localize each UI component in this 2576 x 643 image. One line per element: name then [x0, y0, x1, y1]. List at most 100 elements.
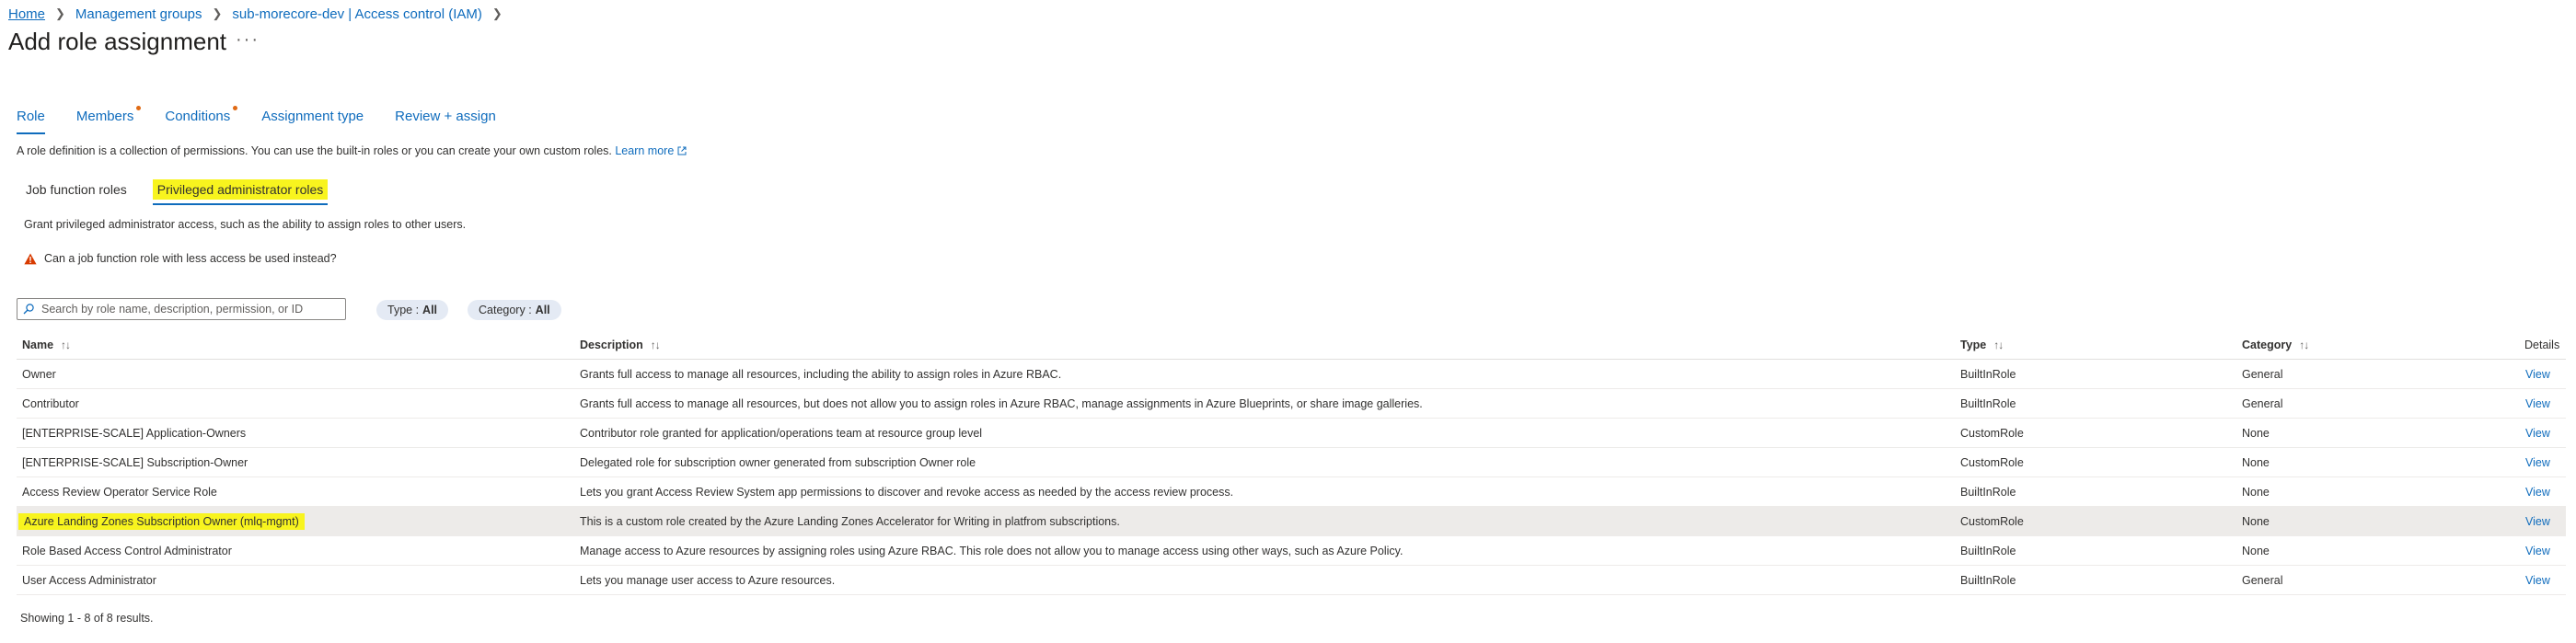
results-count: Showing 1 - 8 of 8 results.	[20, 612, 154, 625]
warning-text: Can a job function role with less access…	[44, 252, 337, 265]
view-details-link[interactable]: View	[2525, 515, 2550, 528]
warning-message: Can a job function role with less access…	[24, 252, 337, 265]
table-row[interactable]: Owner Grants full access to manage all r…	[17, 360, 2566, 389]
column-header-name-label: Name	[22, 339, 54, 351]
table-row[interactable]: Contributor Grants full access to manage…	[17, 389, 2566, 419]
category-filter-label: Category :	[479, 304, 532, 316]
role-search-input[interactable]	[40, 302, 338, 316]
sort-icon: ↑↓	[2299, 339, 2309, 351]
column-header-name[interactable]: Name ↑↓	[22, 331, 71, 359]
learn-more-link[interactable]: Learn more	[615, 144, 687, 157]
table-header-row: Name ↑↓ Description ↑↓ Type ↑↓ Category ↑↓ D…	[17, 331, 2566, 360]
role-category: None	[2242, 455, 2270, 469]
column-header-description[interactable]: Description ↑↓	[580, 331, 661, 359]
role-name: [ENTERPRISE-SCALE] Application-Owners	[22, 426, 247, 440]
view-details-link[interactable]: View	[2525, 397, 2550, 410]
breadcrumb-home[interactable]: Home	[8, 6, 45, 22]
tab-conditions-label: Conditions	[165, 109, 231, 124]
type-filter-label: Type :	[387, 304, 420, 316]
role-category: General	[2242, 396, 2283, 410]
role-type: CustomRole	[1960, 455, 2024, 469]
tab-assignment-type[interactable]: Assignment type	[261, 107, 364, 140]
breadcrumb-management-groups[interactable]: Management groups	[75, 6, 202, 22]
table-row-selected[interactable]: Azure Landing Zones Subscription Owner (…	[17, 507, 2566, 536]
column-header-type[interactable]: Type ↑↓	[1960, 331, 2004, 359]
wizard-tabs: Role Members Conditions Assignment type …	[17, 106, 527, 140]
tab-review-assign-label: Review + assign	[395, 109, 496, 124]
external-link-icon	[677, 146, 687, 155]
page-title: Add role assignment	[8, 28, 227, 55]
role-description: Delegated role for subscription owner ge…	[580, 455, 976, 469]
breadcrumb: Home ❯ Management groups ❯ sub-morecore-…	[8, 4, 513, 24]
sort-icon: ↑↓	[1993, 339, 2004, 351]
role-category: None	[2242, 426, 2270, 440]
type-filter-value: All	[422, 304, 438, 316]
view-details-link[interactable]: View	[2525, 545, 2550, 557]
role-category: None	[2242, 544, 2270, 557]
role-type: BuiltInRole	[1960, 544, 2016, 557]
role-description: Lets you grant Access Review System app …	[580, 485, 1234, 499]
category-filter-pill[interactable]: Category : All	[468, 300, 561, 320]
column-header-description-label: Description	[580, 339, 643, 351]
role-type: CustomRole	[1960, 514, 2024, 528]
role-type: CustomRole	[1960, 426, 2024, 440]
role-name: User Access Administrator	[22, 573, 156, 587]
role-search-box[interactable]	[17, 298, 346, 320]
role-description: Grants full access to manage all resourc…	[580, 367, 1062, 381]
view-details-link[interactable]: View	[2525, 486, 2550, 499]
role-name: Role Based Access Control Administrator	[22, 544, 232, 557]
required-dot	[136, 106, 142, 110]
role-name: [ENTERPRISE-SCALE] Subscription-Owner	[22, 455, 248, 469]
role-name: Azure Landing Zones Subscription Owner (…	[18, 512, 305, 530]
tab-review-assign[interactable]: Review + assign	[395, 107, 496, 140]
role-category: None	[2242, 485, 2270, 499]
column-header-details: Details	[2524, 339, 2560, 351]
table-row[interactable]: [ENTERPRISE-SCALE] Application-Owners Co…	[17, 419, 2566, 448]
column-header-category[interactable]: Category ↑↓	[2242, 331, 2309, 359]
role-definition-text: A role definition is a collection of per…	[17, 144, 612, 157]
view-details-link[interactable]: View	[2525, 456, 2550, 469]
more-options-button[interactable]: ···	[236, 29, 260, 51]
role-type: BuiltInRole	[1960, 367, 2016, 381]
role-type: BuiltInRole	[1960, 573, 2016, 587]
learn-more-label: Learn more	[615, 144, 675, 157]
role-category-tabs: Job function roles Privileged administra…	[24, 179, 352, 209]
sort-icon: ↑↓	[61, 339, 71, 351]
required-dot	[233, 106, 238, 110]
role-definition-description: A role definition is a collection of per…	[17, 144, 687, 157]
role-name: Contributor	[22, 396, 79, 410]
role-description: Contributor role granted for application…	[580, 426, 983, 440]
role-category: General	[2242, 573, 2283, 587]
column-header-type-label: Type	[1960, 339, 1987, 351]
table-row[interactable]: Access Review Operator Service Role Lets…	[17, 477, 2566, 507]
role-category: General	[2242, 367, 2283, 381]
table-row[interactable]: [ENTERPRISE-SCALE] Subscription-Owner De…	[17, 448, 2566, 477]
tab-role[interactable]: Role	[17, 107, 45, 140]
view-details-link[interactable]: View	[2525, 427, 2550, 440]
column-header-category-label: Category	[2242, 339, 2293, 351]
role-category: None	[2242, 514, 2270, 528]
privileged-roles-description: Grant privileged administrator access, s…	[24, 218, 467, 231]
tab-conditions[interactable]: Conditions	[165, 106, 238, 140]
tab-job-function-roles[interactable]: Job function roles	[24, 179, 129, 200]
sort-icon: ↑↓	[650, 339, 661, 351]
view-details-link[interactable]: View	[2525, 368, 2550, 381]
type-filter-pill[interactable]: Type : All	[376, 300, 449, 320]
role-name: Owner	[22, 367, 56, 381]
breadcrumb-access-control[interactable]: sub-morecore-dev | Access control (IAM)	[232, 6, 481, 22]
role-description: This is a custom role created by the Azu…	[580, 514, 1120, 528]
roles-table: Name ↑↓ Description ↑↓ Type ↑↓ Category ↑↓ D…	[17, 331, 2566, 595]
tab-members[interactable]: Members	[75, 106, 142, 140]
table-row[interactable]: User Access Administrator Lets you manag…	[17, 566, 2566, 595]
chevron-right-icon: ❯	[491, 6, 502, 20]
tab-assignment-type-label: Assignment type	[261, 109, 364, 124]
table-row[interactable]: Role Based Access Control Administrator …	[17, 536, 2566, 566]
role-type: BuiltInRole	[1960, 396, 2016, 410]
view-details-link[interactable]: View	[2525, 574, 2550, 587]
tab-members-label: Members	[75, 109, 134, 124]
role-description: Lets you manage user access to Azure res…	[580, 573, 836, 587]
category-filter-value: All	[535, 304, 550, 316]
role-type: BuiltInRole	[1960, 485, 2016, 499]
tab-privileged-administrator-roles[interactable]: Privileged administrator roles	[152, 179, 329, 205]
role-description: Manage access to Azure resources by assi…	[580, 544, 1404, 557]
